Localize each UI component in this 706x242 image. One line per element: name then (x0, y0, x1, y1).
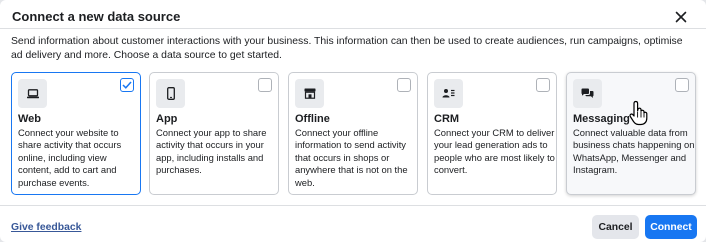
close-icon (675, 11, 687, 23)
dialog-intro-text: Send information about customer interact… (11, 36, 683, 61)
crm-contacts-icon (442, 89, 455, 98)
source-card-offline[interactable]: Offline Connect your offline information… (288, 72, 418, 195)
source-card-messaging[interactable]: Messaging Connect valuable data from bus… (566, 72, 696, 195)
store-icon (304, 88, 315, 99)
laptop-icon (26, 88, 39, 98)
source-description: Connect your app to share activity that … (156, 127, 267, 176)
dialog-title: Connect a new data source (12, 9, 181, 24)
source-icon-box (573, 79, 602, 108)
give-feedback-link[interactable]: Give feedback (11, 222, 81, 233)
source-description: Connect valuable data from business chat… (573, 127, 695, 176)
source-checkbox[interactable] (397, 78, 411, 92)
source-description: Connect your CRM to deliver your lead ge… (434, 127, 555, 176)
source-title: Offline (295, 113, 330, 125)
connect-data-source-dialog: Connect a new data source Send informati… (0, 0, 706, 242)
smartphone-icon (166, 87, 175, 100)
footer-divider (0, 205, 706, 206)
source-icon-box (295, 79, 324, 108)
source-icon-box (18, 79, 47, 108)
source-checkbox[interactable] (536, 78, 550, 92)
source-checkbox[interactable] (258, 78, 272, 92)
source-icon-box (156, 79, 185, 108)
source-title: CRM (434, 113, 460, 125)
checkmark-icon (122, 81, 132, 89)
source-card-crm[interactable]: CRM Connect your CRM to deliver your lea… (427, 72, 557, 195)
connect-button[interactable]: Connect (645, 215, 697, 239)
hand-pointer-cursor-icon (629, 100, 648, 126)
close-button[interactable] (672, 8, 690, 26)
dialog-header: Connect a new data source (12, 8, 694, 28)
source-description: Connect your offline information to send… (295, 127, 408, 188)
source-card-app[interactable]: App Connect your app to share activity t… (149, 72, 279, 195)
source-description: Connect your website to share activity t… (18, 127, 122, 188)
source-checkbox[interactable] (675, 78, 689, 92)
data-source-options: Web Connect your website to share activi… (11, 72, 697, 195)
source-title: Web (18, 113, 42, 125)
source-card-web[interactable]: Web Connect your website to share activi… (11, 72, 141, 195)
source-icon-box (434, 79, 463, 108)
header-divider (0, 28, 706, 29)
source-title: Messaging (573, 113, 630, 125)
source-checkbox[interactable] (120, 78, 134, 92)
cancel-button[interactable]: Cancel (592, 215, 639, 239)
source-title: App (156, 113, 178, 125)
chat-bubbles-icon (581, 88, 594, 98)
